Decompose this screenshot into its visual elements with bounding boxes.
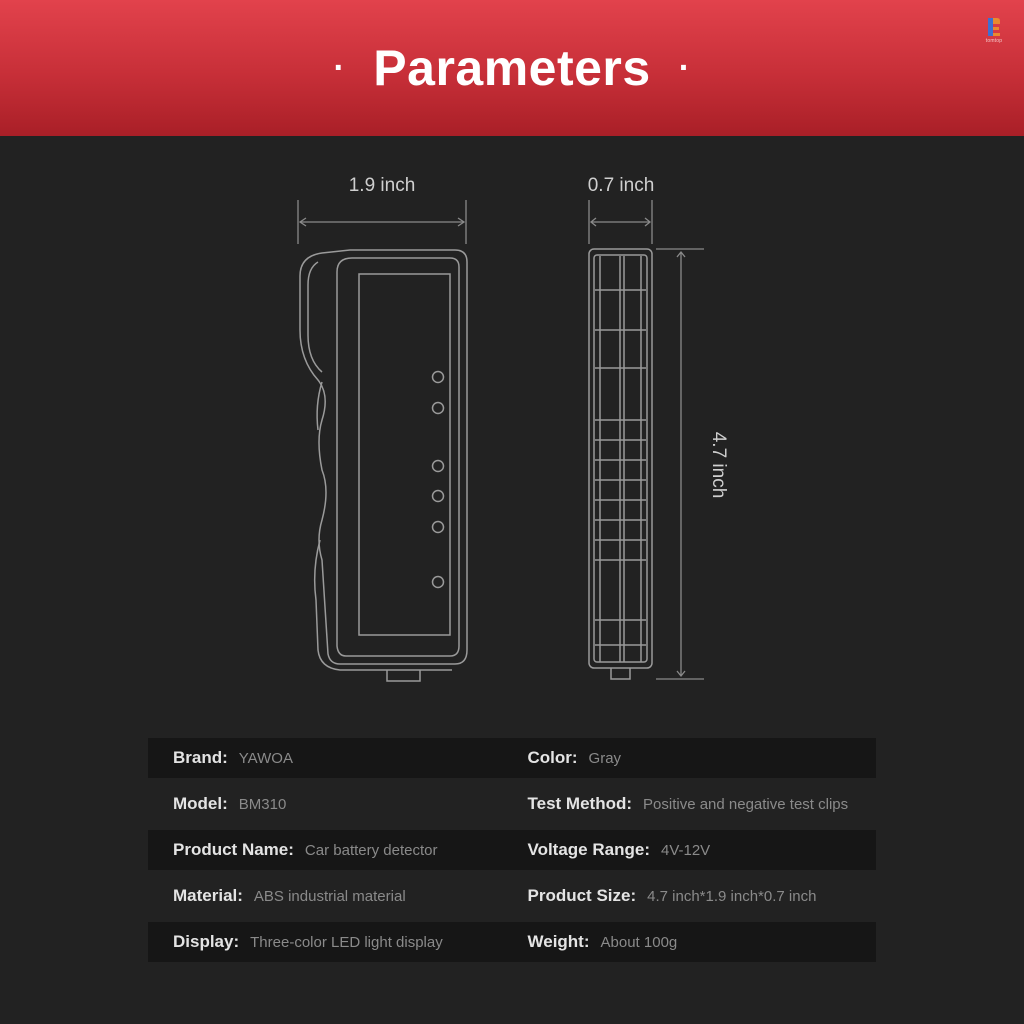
spec-row: Brand: YAWOA Color: Gray	[148, 738, 876, 778]
spec-cell: Brand: YAWOA	[148, 748, 522, 768]
spec-value-weight: About 100g	[600, 934, 678, 951]
spec-cell: Product Name: Car battery detector	[148, 840, 522, 860]
spec-value-material: ABS industrial material	[253, 888, 406, 905]
spec-cell: Test Method: Positive and negative test …	[522, 794, 877, 814]
title-bullet-right: ·	[678, 49, 691, 87]
spec-row: Product Name: Car battery detector Volta…	[148, 830, 876, 870]
spec-key-model: Model:	[173, 794, 228, 813]
header-banner: · Parameters ·	[0, 0, 1024, 136]
device-front-outline	[299, 249, 468, 682]
device-side-outline	[588, 248, 653, 680]
spec-cell: Product Size: 4.7 inch*1.9 inch*0.7 inch	[522, 886, 877, 906]
spec-value-test-method: Positive and negative test clips	[643, 796, 849, 813]
logo-text: tomtop	[985, 38, 1003, 44]
spec-key-brand: Brand:	[173, 748, 228, 767]
spec-cell: Model: BM310	[148, 794, 522, 814]
spec-value-product-name: Car battery detector	[304, 842, 438, 859]
spec-cell: Color: Gray	[522, 748, 877, 768]
spec-key-product-size: Product Size:	[527, 886, 637, 905]
spec-key-test-method: Test Method:	[527, 794, 633, 813]
spec-row: Model: BM310 Test Method: Positive and n…	[148, 784, 876, 824]
spec-value-display: Three-color LED light display	[250, 934, 443, 951]
spec-value-brand: YAWOA	[238, 750, 293, 767]
depth-dimension-label: 0.7 inch	[587, 175, 655, 196]
device-drawing	[297, 200, 704, 682]
spec-cell: Display: Three-color LED light display	[148, 932, 522, 952]
tomtop-logo-icon	[988, 18, 1000, 36]
width-dimension-label: 1.9 inch	[348, 175, 416, 196]
spec-value-color: Gray	[588, 750, 622, 767]
spec-row: Material: ABS industrial material Produc…	[148, 876, 876, 916]
spec-key-display: Display:	[173, 932, 240, 951]
spec-key-product-name: Product Name:	[173, 840, 294, 859]
title-text: Parameters	[373, 40, 651, 96]
spec-cell: Voltage Range: 4V-12V	[522, 840, 877, 860]
spec-key-weight: Weight:	[527, 932, 590, 951]
spec-value-voltage-range: 4V-12V	[660, 842, 711, 859]
spec-key-material: Material:	[173, 886, 243, 905]
height-dimension-label: 4.7 inch	[708, 431, 729, 499]
spec-cell: Weight: About 100g	[522, 932, 877, 952]
spec-value-model: BM310	[238, 796, 287, 813]
page-title: · Parameters ·	[333, 39, 690, 97]
title-bullet-left: ·	[333, 49, 346, 87]
spec-key-voltage-range: Voltage Range:	[527, 840, 650, 859]
specs-table: Brand: YAWOA Color: Gray Model: BM310 Te…	[148, 738, 876, 968]
spec-value-product-size: 4.7 inch*1.9 inch*0.7 inch	[647, 888, 817, 905]
spec-row: Display: Three-color LED light display W…	[148, 922, 876, 962]
spec-key-color: Color:	[527, 748, 578, 767]
spec-cell: Material: ABS industrial material	[148, 886, 522, 906]
